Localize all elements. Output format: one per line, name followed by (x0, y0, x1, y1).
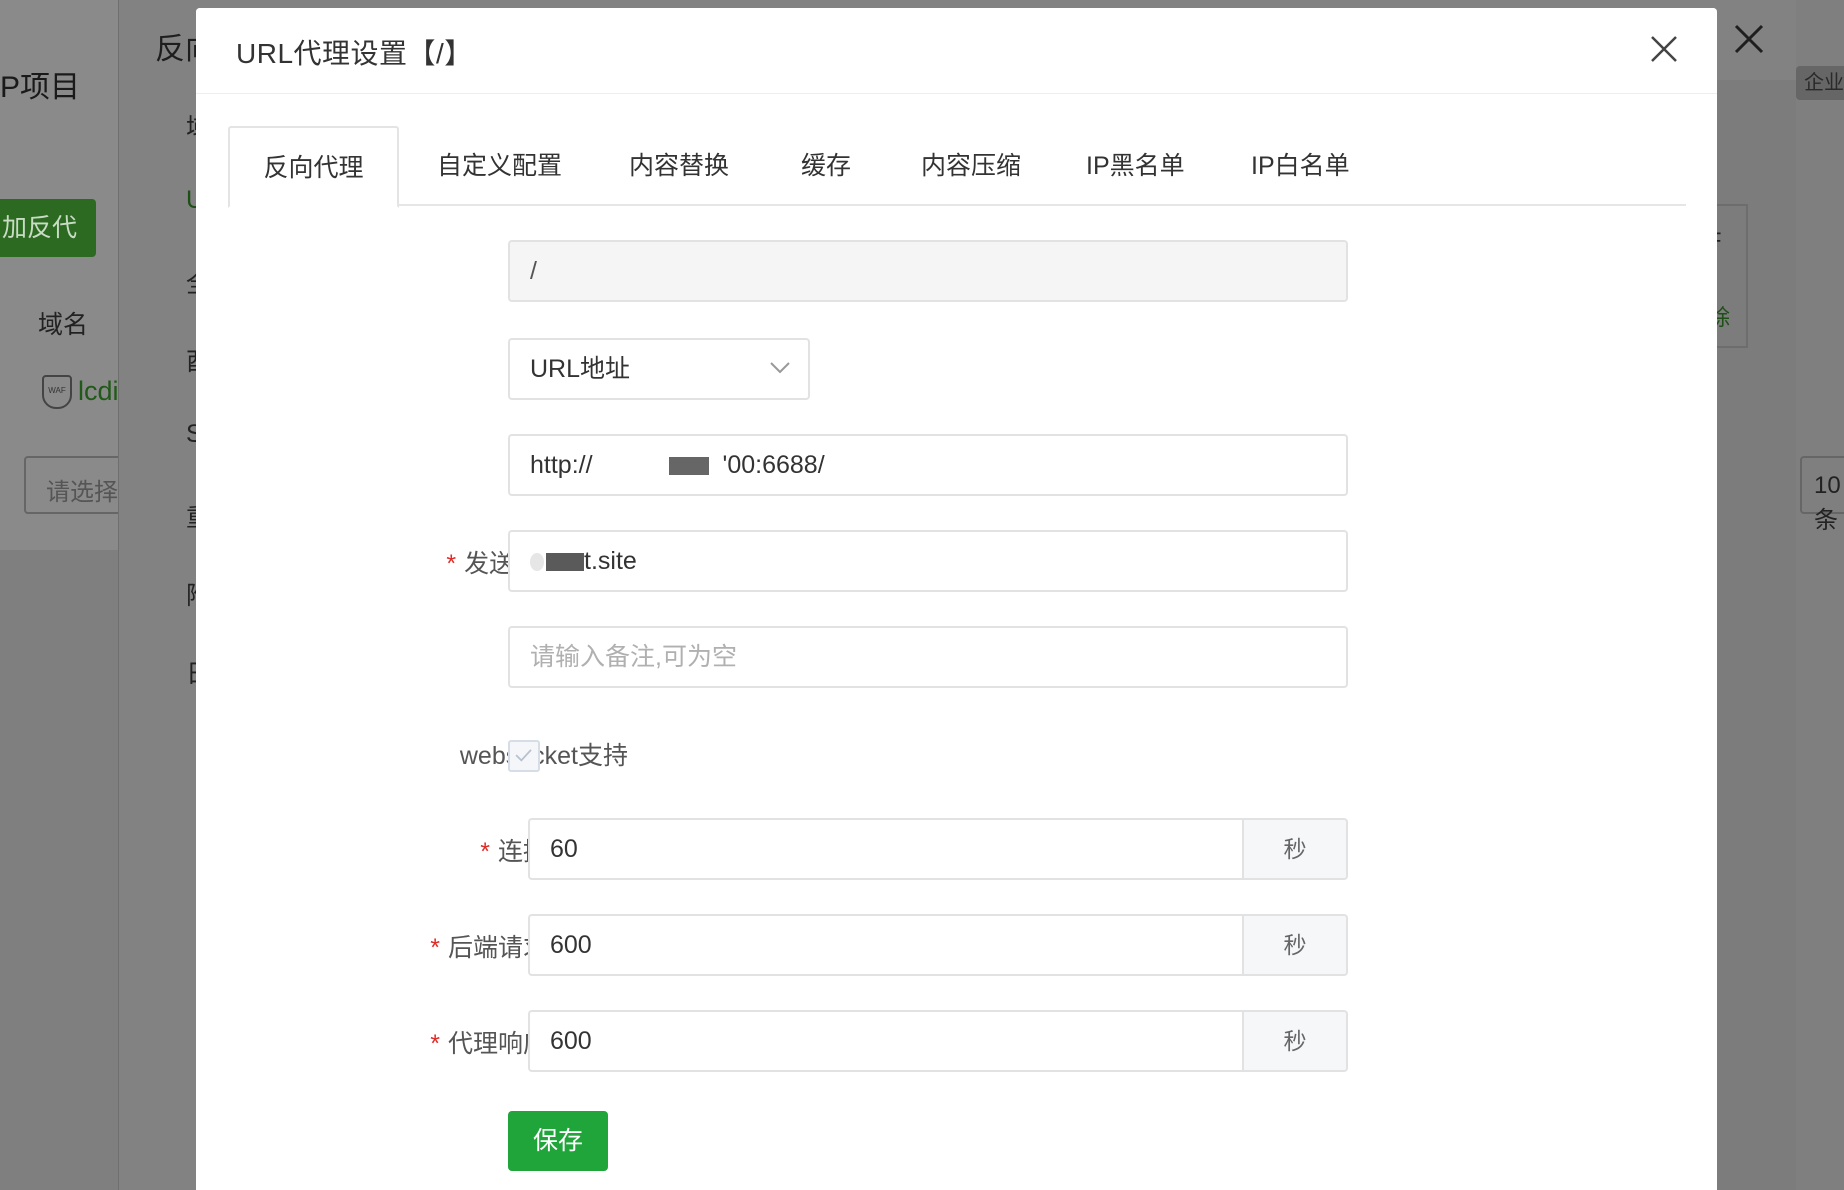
url-proxy-settings-modal: URL代理设置【/】 反向代理 自定义配置 内容替换 缓存 内容压缩 IP黑名单… (196, 8, 1717, 1190)
background-site-link: lcdi (78, 376, 119, 406)
host-redacted-blur (530, 553, 544, 572)
tab-reverse-proxy[interactable]: 反向代理 (228, 126, 399, 208)
target-select[interactable]: URL地址 (508, 338, 810, 400)
host-redacted-block (546, 553, 584, 572)
host-suffix: t.site (584, 547, 637, 575)
background-page-title: P项目 (0, 71, 81, 104)
modal-header: URL代理设置【/】 (196, 8, 1717, 94)
response-timeout-input[interactable]: 600 (528, 1010, 1244, 1072)
chevron-down-icon (770, 362, 790, 374)
required-marker: * (430, 934, 440, 962)
host-input[interactable]: t.site (508, 530, 1348, 592)
url-redacted-block (668, 457, 709, 476)
websocket-label: websocket支持 (459, 742, 628, 770)
remark-placeholder: 请输入备注,可为空 (530, 643, 737, 671)
connect-timeout-unit: 秒 (1242, 818, 1348, 880)
background-page-size: 10条 (1800, 456, 1844, 534)
backend-timeout-input[interactable]: 600 (528, 914, 1244, 976)
tab-cache[interactable]: 缓存 (801, 126, 851, 206)
connect-timeout-input[interactable]: 60 (528, 818, 1244, 880)
backend-timeout-unit: 秒 (1242, 914, 1348, 976)
required-marker: * (446, 550, 457, 578)
close-icon[interactable] (1647, 32, 1681, 66)
required-marker: * (430, 1030, 440, 1058)
tab-content-replace[interactable]: 内容替换 (629, 126, 729, 206)
modal-title: URL代理设置【/】 (236, 38, 473, 69)
url-suffix: '00:6688/ (722, 451, 825, 479)
background-add-proxy-button: 加反代 (0, 199, 96, 257)
tab-ip-blacklist[interactable]: IP黑名单 (1086, 126, 1185, 206)
tab-ip-whitelist[interactable]: IP白名单 (1251, 126, 1350, 206)
background-domain-column-header: 域名 (38, 311, 89, 339)
tab-bar: 反向代理 自定义配置 内容替换 缓存 内容压缩 IP黑名单 IP白名单 (228, 126, 1686, 208)
enterprise-badge: 企业 (1796, 66, 1844, 100)
tab-custom-config[interactable]: 自定义配置 (437, 126, 562, 206)
target-select-value: URL地址 (530, 355, 631, 383)
response-timeout-unit: 秒 (1242, 1010, 1348, 1072)
proxy-dir-input: / (508, 240, 1348, 302)
remark-input[interactable]: 请输入备注,可为空 (508, 626, 1348, 688)
waf-shield-icon: WAF (42, 375, 72, 409)
background-close-icon (1734, 24, 1764, 54)
required-marker: * (480, 838, 490, 866)
websocket-checkbox[interactable] (508, 740, 540, 772)
checkmark-icon (515, 749, 532, 762)
target-url-input[interactable]: http:// '00:6688/ (508, 434, 1348, 496)
tab-content-compress[interactable]: 内容压缩 (921, 126, 1021, 206)
background-select: 请选择 (24, 456, 124, 514)
url-prefix: http:// (530, 451, 593, 479)
save-button[interactable]: 保存 (508, 1111, 608, 1171)
